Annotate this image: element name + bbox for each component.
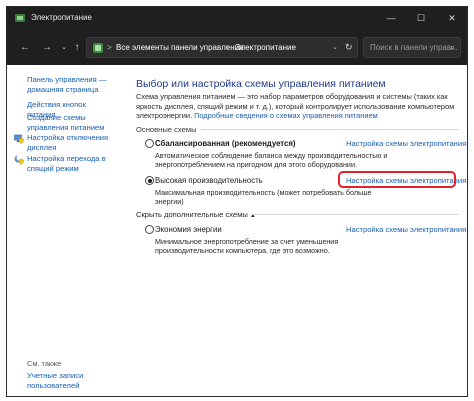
see-also-heading: См. также xyxy=(27,359,62,368)
plan-high-performance-description: Максимальная производительность (может п… xyxy=(155,188,372,207)
navigation-bar: ← → ⌄ ↑ > Все элементы панели управления… xyxy=(7,29,467,65)
plan-balanced-settings-link[interactable]: Настройка схемы электропитания xyxy=(346,139,466,148)
up-button[interactable]: ↑ xyxy=(70,40,84,54)
forward-button[interactable]: → xyxy=(40,40,54,54)
section-divider xyxy=(201,129,459,130)
control-panel-icon xyxy=(93,43,103,53)
intro-text: Схема управления питанием — это набор па… xyxy=(136,92,466,121)
breadcrumb-all-control-panel-items[interactable]: Все элементы панели управления xyxy=(116,43,243,52)
recent-locations-button[interactable]: ⌄ xyxy=(57,40,71,54)
plan-power-saver-description: Минимальное энергопотребление за счет ум… xyxy=(155,237,339,256)
window-title: Электропитание xyxy=(31,13,92,22)
plan-balanced-name[interactable]: Сбалансированная (рекомендуется) xyxy=(155,139,296,148)
search-input[interactable]: Поиск в панели управ... ⌕ xyxy=(363,37,461,58)
search-icon[interactable]: ⌕ xyxy=(450,42,455,53)
breadcrumb-separator: > xyxy=(107,43,112,52)
moon-shield-icon xyxy=(14,155,24,165)
power-plans-info-link[interactable]: Подробные сведения о схемах управления п… xyxy=(194,111,378,120)
sidebar-item-control-panel-home[interactable]: Панель управления — домашняя страница xyxy=(27,75,115,94)
refresh-icon[interactable]: ↻ xyxy=(345,42,353,53)
back-button[interactable]: ← xyxy=(18,40,32,54)
power-options-window: Электропитание — ☐ ✕ ← → ⌄ ↑ > Все элеме… xyxy=(6,6,468,397)
address-dropdown-icon[interactable]: ⌄ xyxy=(332,43,338,51)
plan-balanced-description: Автоматическое соблюдение баланса между … xyxy=(155,151,388,170)
preferred-plans-heading: Основные схемы xyxy=(136,125,197,134)
plan-power-saver-settings-link[interactable]: Настройка схемы электропитания xyxy=(346,225,466,234)
highlight-annotation xyxy=(338,171,456,188)
plan-power-saver-radio[interactable] xyxy=(145,225,154,234)
display-shield-icon xyxy=(14,134,24,144)
minimize-button[interactable]: — xyxy=(376,7,406,29)
sidebar-item-create-plan[interactable]: Создание схемы управления питанием xyxy=(27,113,115,132)
hide-additional-plans-label: Скрыть дополнительные схемы xyxy=(136,210,248,219)
hide-additional-plans-toggle[interactable]: Скрыть дополнительные схемы ▲ xyxy=(136,210,256,219)
close-button[interactable]: ✕ xyxy=(437,7,467,29)
plan-high-performance-radio[interactable] xyxy=(145,176,154,185)
sidebar-item-display-off[interactable]: Настройка отключения дисплея xyxy=(27,133,115,152)
plan-power-saver-name[interactable]: Экономия энергии xyxy=(155,225,222,234)
address-bar[interactable]: > Все элементы панели управления > Элект… xyxy=(86,37,358,58)
breadcrumb-power-options[interactable]: Электропитание xyxy=(235,43,296,52)
section-divider xyxy=(252,214,459,215)
search-placeholder: Поиск в панели управ... xyxy=(370,43,458,52)
maximize-button[interactable]: ☐ xyxy=(406,7,436,29)
sidebar-item-sleep[interactable]: Настройка перехода в спящий режим xyxy=(27,154,115,173)
plan-high-performance-name[interactable]: Высокая производительность xyxy=(155,176,263,185)
breadcrumb-separator[interactable]: > xyxy=(226,43,231,52)
sidebar: Панель управления — домашняя страница Де… xyxy=(7,65,119,396)
power-options-icon xyxy=(15,14,25,22)
sidebar-item-user-accounts[interactable]: Учетные записи пользователей xyxy=(27,371,115,390)
title-bar: Электропитание — ☐ ✕ xyxy=(7,7,467,29)
main-content: Выбор или настройка схемы управления пит… xyxy=(119,65,467,396)
plan-balanced-radio[interactable] xyxy=(145,139,154,148)
page-title: Выбор или настройка схемы управления пит… xyxy=(136,78,386,90)
